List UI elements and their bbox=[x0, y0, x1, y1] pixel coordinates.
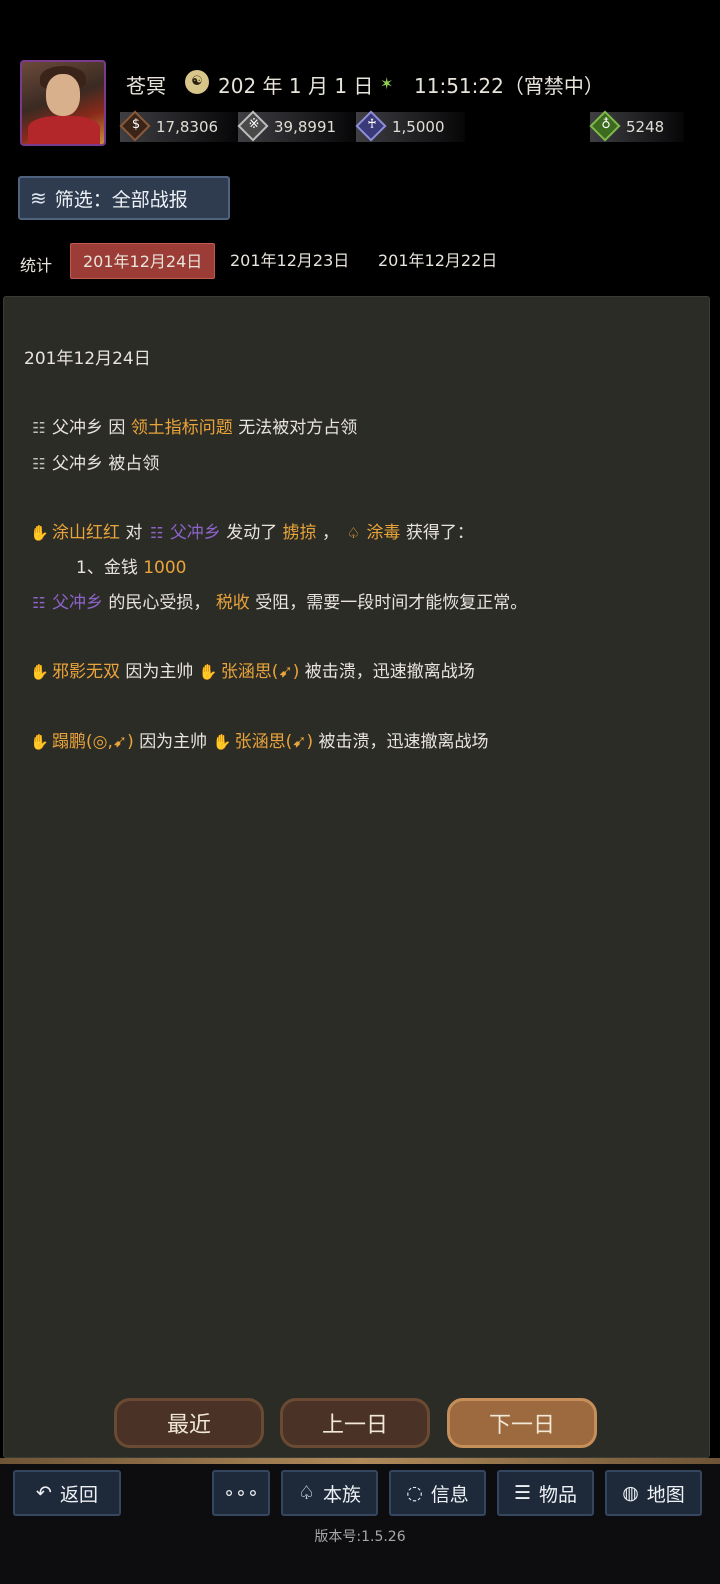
village-link[interactable]: 父冲乡 bbox=[52, 593, 103, 613]
prev-day-button[interactable]: 上一日 bbox=[280, 1398, 430, 1448]
hand-icon: ✋ bbox=[198, 663, 218, 681]
filter-button[interactable]: ≋ 筛选：全部战报 bbox=[18, 176, 230, 220]
next-day-button[interactable]: 下一日 bbox=[447, 1398, 597, 1448]
report-line-5: ☷ 父冲乡 的民心受损， 税收 受阻，需要一段时间才能恢复正常。 bbox=[30, 588, 527, 613]
grain-icon: ※ bbox=[248, 117, 260, 132]
cricket-icon: ✶ bbox=[380, 74, 394, 93]
village-link[interactable]: 父冲乡 bbox=[170, 523, 221, 543]
clan-icon: ♤ bbox=[297, 1482, 316, 1504]
items-button[interactable]: ☰ 物品 bbox=[497, 1470, 594, 1516]
village-icon: ☷ bbox=[150, 524, 164, 542]
money-bag-icon: ♁ bbox=[601, 117, 611, 132]
report-line-4: 1、金钱 1000 bbox=[76, 558, 187, 578]
general-link[interactable]: 涂山红红 bbox=[52, 523, 120, 543]
report-line-1: ☷ 父冲乡 因 领土指标问题 无法被对方占领 bbox=[30, 413, 357, 438]
trait-icon: ➹ bbox=[292, 732, 307, 752]
items-icon: ☰ bbox=[513, 1482, 532, 1504]
map-button[interactable]: ◍ 地图 bbox=[605, 1470, 702, 1516]
divider bbox=[0, 1458, 720, 1464]
tab-statistics[interactable]: 统计 bbox=[20, 252, 52, 276]
hand-icon: ✋ bbox=[212, 733, 232, 751]
hand-icon: ✋ bbox=[30, 524, 49, 542]
general-link[interactable]: 邪影无双 bbox=[52, 662, 120, 682]
player-avatar[interactable] bbox=[20, 60, 106, 146]
general-link[interactable]: 张涵思(➹) bbox=[235, 732, 314, 752]
report-line-2: ☷ 父冲乡 被占领 bbox=[30, 449, 159, 474]
trait-icon: ➹ bbox=[112, 732, 128, 752]
tab-date-3[interactable]: 201年12月22日 bbox=[366, 243, 509, 279]
filter-icon: ≋ bbox=[30, 186, 47, 210]
report-line-3: ✋ 涂山红红 对 ☷ 父冲乡 发动了 掳掠 ， ♤ 涂毒 获得了： bbox=[30, 523, 474, 543]
trait-icon: ➹ bbox=[278, 662, 293, 682]
chat-icon: ◌ bbox=[406, 1482, 423, 1504]
report-line-6: ✋ 邪影无双 因为主帅 ✋ 张涵思(➹) 被击溃，迅速撤离战场 bbox=[30, 662, 475, 682]
resource-money-bag[interactable]: ♁ 5248 bbox=[589, 110, 685, 142]
clan-button[interactable]: ♤ 本族 bbox=[281, 1470, 378, 1516]
report-line-7: ✋ 蹋鹏(◎,➹) 因为主帅 ✋ 张涵思(➹) 被击溃，迅速撤离战场 bbox=[30, 732, 489, 752]
recent-button[interactable]: 最近 bbox=[114, 1398, 264, 1448]
tab-date-2[interactable]: 201年12月23日 bbox=[218, 243, 361, 279]
report-date: 201年12月24日 bbox=[24, 349, 151, 369]
tab-date-1[interactable]: 201年12月24日 bbox=[70, 243, 216, 279]
hand-icon: ✋ bbox=[30, 663, 49, 681]
clan-link[interactable]: 涂毒 bbox=[366, 523, 400, 543]
coin-icon: $ bbox=[131, 117, 141, 132]
version-label: 版本号:1.5.26 bbox=[314, 1529, 406, 1545]
village-icon: ☷ bbox=[32, 419, 46, 437]
info-button[interactable]: ◌ 信息 bbox=[389, 1470, 486, 1516]
calendar-icon: ☯ bbox=[185, 70, 209, 94]
player-name: 苍冥 bbox=[126, 74, 166, 98]
hand-icon: ✋ bbox=[30, 733, 49, 751]
map-icon: ◍ bbox=[622, 1482, 639, 1504]
general-link[interactable]: 张涵思(➹) bbox=[221, 662, 300, 682]
more-button[interactable]: ∘∘∘ bbox=[212, 1470, 270, 1516]
back-icon: ↶ bbox=[36, 1482, 52, 1504]
resource-grain[interactable]: ※ 39,8991 bbox=[237, 110, 357, 142]
village-icon: ☷ bbox=[32, 455, 46, 473]
resource-soldier[interactable]: ♰ 1,5000 bbox=[355, 110, 465, 142]
general-link[interactable]: 蹋鹏(◎,➹) bbox=[52, 732, 134, 752]
trait-icon: ◎ bbox=[92, 732, 108, 752]
village-icon: ☷ bbox=[32, 594, 46, 612]
game-date: 202 年 1 月 1 日 bbox=[218, 74, 374, 98]
game-time: 11:51:22（宵禁中） bbox=[414, 74, 604, 98]
back-button[interactable]: ↶ 返回 bbox=[13, 1470, 121, 1516]
clan-icon: ♤ bbox=[346, 524, 361, 542]
soldier-icon: ♰ bbox=[367, 117, 377, 132]
resource-coin[interactable]: $ 17,8306 bbox=[119, 110, 239, 142]
